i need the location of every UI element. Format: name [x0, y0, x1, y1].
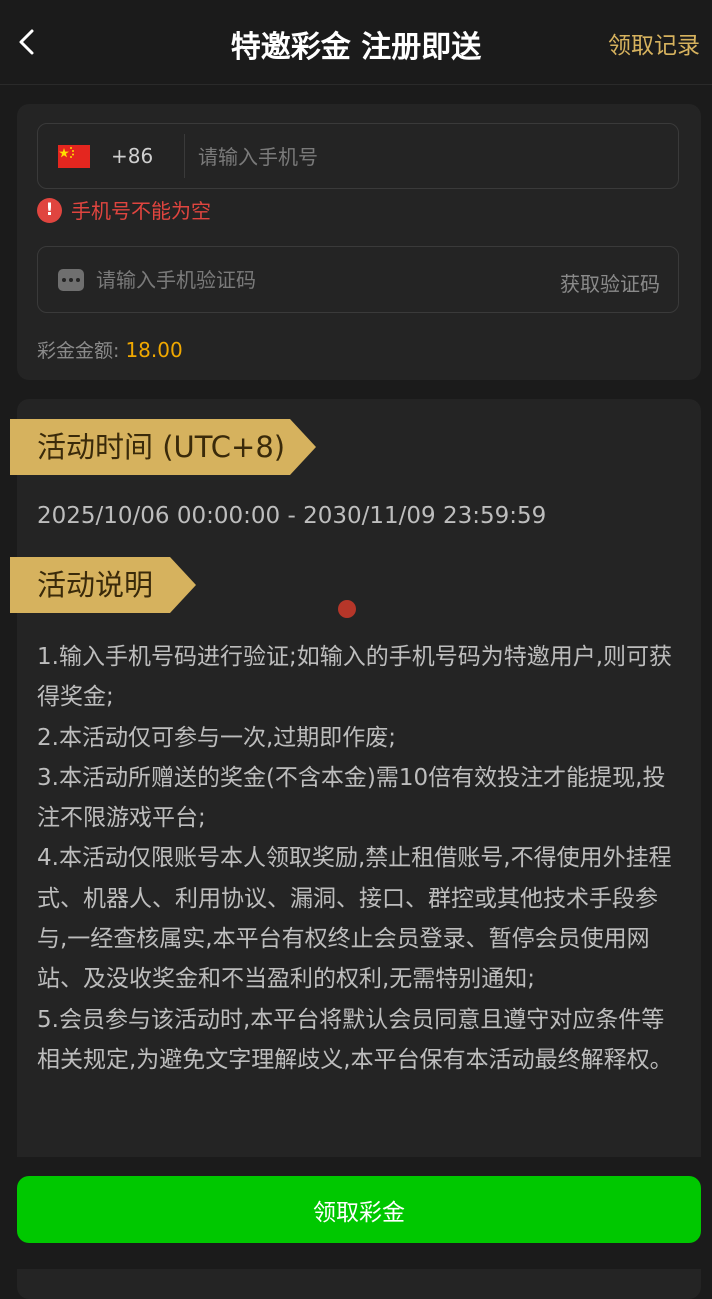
exclamation-icon: ! — [37, 198, 62, 223]
sms-code-input[interactable] — [94, 257, 518, 303]
watermark-logo-icon — [338, 600, 356, 618]
phone-field-box: +86 — [37, 123, 679, 189]
activity-description-tag: 活动说明 — [10, 557, 196, 613]
activity-time-range: 2025/10/06 00:00:00 - 2030/11/09 23:59:5… — [37, 503, 547, 529]
header-bar: 特邀彩金 注册即送 领取记录 — [0, 0, 712, 85]
get-code-button[interactable]: 获取验证码 — [560, 268, 660, 297]
registration-form-card: +86 ! 手机号不能为空 获取验证码 彩金金额: 18.00 — [17, 104, 701, 380]
claim-bonus-button[interactable]: 领取彩金 — [17, 1176, 701, 1243]
rule-item: 5.会员参与该活动时,本平台将默认会员同意且遵守对应条件等相关规定,为避免文字理… — [37, 1006, 673, 1073]
divider — [184, 134, 185, 178]
sms-code-field-box: 获取验证码 — [37, 246, 679, 313]
rule-item: 4.本活动仅限账号本人领取奖励,禁止租借账号,不得使用外挂程式、机器人、利用协议… — [37, 845, 672, 993]
activity-time-tag: 活动时间 (UTC+8) — [10, 419, 316, 475]
message-icon — [58, 269, 84, 291]
rule-item: 2.本活动仅可参与一次,过期即作废; — [37, 724, 397, 751]
china-flag-icon[interactable] — [58, 145, 90, 168]
back-button[interactable] — [14, 22, 44, 62]
bottom-action-bar: 领取彩金 — [0, 1157, 712, 1269]
country-code-select[interactable]: +86 — [111, 144, 153, 168]
amount-label: 彩金金额: — [37, 340, 120, 362]
claim-record-link[interactable]: 领取记录 — [608, 26, 700, 60]
chevron-left-icon — [19, 29, 34, 55]
error-text: 手机号不能为空 — [71, 199, 211, 223]
rule-item: 1.输入手机号码进行验证;如输入的手机号码为特邀用户,则可获得奖金; — [37, 644, 673, 711]
bonus-amount: 彩金金额: 18.00 — [37, 336, 183, 363]
rules-list: 1.输入手机号码进行验证;如输入的手机号码为特邀用户,则可获得奖金; 2.本活动… — [37, 637, 683, 1080]
phone-input[interactable] — [196, 134, 670, 180]
rule-item: 3.本活动所赠送的奖金(不含本金)需10倍有效投注才能提现,投注不限游戏平台; — [37, 764, 666, 832]
page-title: 特邀彩金 注册即送 — [230, 30, 482, 65]
amount-value: 18.00 — [125, 338, 183, 362]
